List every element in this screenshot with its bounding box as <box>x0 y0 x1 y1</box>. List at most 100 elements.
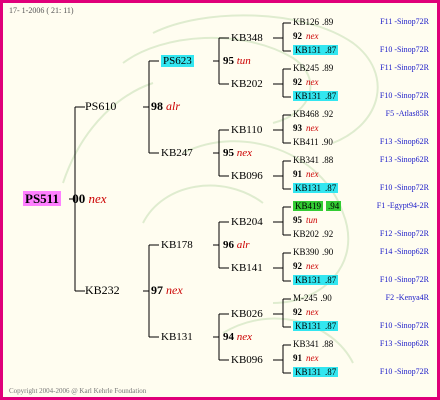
right-label: F2 -Kenya4R <box>385 293 429 302</box>
g4-node[interactable]: KB348 <box>231 32 263 44</box>
g3-score: 94 nex <box>223 331 252 343</box>
g3-count: 95 <box>223 55 234 67</box>
g5-sire-val: .89 <box>322 63 334 73</box>
g5-score: 91 nex <box>293 169 319 179</box>
g4-node[interactable]: KB204 <box>231 216 263 228</box>
g5-dam-node[interactable]: KB411.90 <box>293 137 333 147</box>
g5-sire-name: KB419 <box>293 201 324 211</box>
g5-score: 95 tun <box>293 215 318 225</box>
g5-count: 92 <box>293 307 302 317</box>
g5-dam-node[interactable]: KB202.92 <box>293 229 333 239</box>
g3-score: 96 alr <box>223 239 250 251</box>
g5-sire-node[interactable]: KB468.92 <box>293 109 333 119</box>
root-node[interactable]: PS511 00 nex <box>23 191 107 207</box>
right-label: F10 -Sinop72R <box>379 45 429 54</box>
g5-sire-node[interactable]: KB341.88 <box>293 155 333 165</box>
right-label: F10 -Sinop72R <box>379 367 429 376</box>
g3-node[interactable]: KB247 <box>161 147 193 159</box>
g5-sire-node[interactable]: KB390.90 <box>293 247 333 257</box>
g5-count: 93 <box>293 123 302 133</box>
g4-node[interactable]: KB141 <box>231 262 263 274</box>
g3-score: 95 nex <box>223 147 252 159</box>
g3-node[interactable]: KB178 <box>161 239 193 251</box>
g5-score: 93 nex <box>293 123 319 133</box>
g5-count: 91 <box>293 353 302 363</box>
g5-dam-val: .87 <box>323 367 339 377</box>
g2-name: KB232 <box>85 283 120 297</box>
g5-sire-name: KB341 <box>293 339 320 349</box>
right-label: F12 -Sinop72R <box>379 229 429 238</box>
g5-dam-name: KB131 <box>293 275 324 285</box>
g5-count: 95 <box>293 215 302 225</box>
g5-sire-node[interactable]: KB126.89 <box>293 17 333 27</box>
g3-node[interactable]: PS623 <box>161 55 194 67</box>
g3-node[interactable]: KB131 <box>161 331 193 343</box>
g5-sire-node[interactable]: M-245.90 <box>293 293 332 303</box>
g5-sire-node[interactable]: KB341.88 <box>293 339 333 349</box>
g3-score: 95 tun <box>223 55 251 67</box>
g2-score: 97 nex <box>151 283 183 298</box>
g5-dam-val: .87 <box>323 321 339 331</box>
g3-name: KB131 <box>161 331 193 343</box>
g3-count: 94 <box>223 331 234 343</box>
g5-sire-node[interactable]: KB245.89 <box>293 63 333 73</box>
g5-prefix: nex <box>306 123 319 133</box>
pedigree-frame: 17- 1-2006 ( 21: 11) PS511 00 nex PS610 … <box>0 0 440 400</box>
g5-dam-node[interactable]: KB131.87 <box>293 275 339 285</box>
g5-sire-val: .88 <box>322 155 334 165</box>
g2-count: 98 <box>151 99 163 113</box>
g5-dam-node[interactable]: KB131.87 <box>293 183 339 193</box>
g2-score: 98 alr <box>151 99 180 114</box>
g5-sire-val: .89 <box>322 17 334 27</box>
right-label: F10 -Sinop72R <box>379 275 429 284</box>
g5-dam-node[interactable]: KB131.87 <box>293 321 339 331</box>
g3-count: 96 <box>223 239 234 251</box>
g5-dam-val: .87 <box>323 183 339 193</box>
g5-count: 91 <box>293 169 302 179</box>
g5-dam-name: KB131 <box>293 183 324 193</box>
g5-sire-name: KB245 <box>293 63 320 73</box>
g4-node[interactable]: KB096 <box>231 170 263 182</box>
g5-dam-name: KB131 <box>293 367 324 377</box>
right-label: F10 -Sinop72R <box>379 183 429 192</box>
g5-dam-val: .92 <box>322 229 334 239</box>
g2-node[interactable]: PS610 <box>85 99 116 114</box>
g3-name: KB178 <box>161 239 193 251</box>
right-label: F13 -Sinop62R <box>379 339 429 348</box>
right-label: F11 -Sinop72R <box>380 17 429 26</box>
copyright-footer: Copyright 2004-2006 @ Karl Kehrle Founda… <box>9 387 147 395</box>
right-label: F10 -Sinop72R <box>379 321 429 330</box>
root-prefix: nex <box>88 191 107 206</box>
g4-node[interactable]: KB110 <box>231 124 262 136</box>
right-label: F1 -Egypt94-2R <box>376 201 429 210</box>
g5-dam-node[interactable]: KB131.87 <box>293 91 339 101</box>
g5-dam-node[interactable]: KB131.87 <box>293 45 339 55</box>
g2-prefix: alr <box>166 99 181 113</box>
g3-prefix: nex <box>236 147 253 159</box>
g5-score: 92 nex <box>293 261 319 271</box>
g5-prefix: nex <box>306 169 319 179</box>
g3-prefix: alr <box>236 239 250 251</box>
g5-sire-node[interactable]: KB419.94 <box>293 201 342 211</box>
g4-node[interactable]: KB096 <box>231 354 263 366</box>
g5-sire-val: .88 <box>322 339 334 349</box>
g5-dam-node[interactable]: KB131.87 <box>293 367 339 377</box>
g3-name: KB247 <box>161 147 193 159</box>
g5-count: 92 <box>293 261 302 271</box>
g5-score: 92 nex <box>293 31 319 41</box>
g5-dam-val: .87 <box>323 45 339 55</box>
g5-dam-name: KB131 <box>293 321 324 331</box>
g4-node[interactable]: KB202 <box>231 78 263 90</box>
g5-score: 92 nex <box>293 77 319 87</box>
root-count: 00 <box>72 191 86 206</box>
right-label: F10 -Sinop72R <box>379 91 429 100</box>
g4-node[interactable]: KB026 <box>231 308 263 320</box>
g5-count: 92 <box>293 77 302 87</box>
g5-prefix: nex <box>306 353 319 363</box>
right-label: F14 -Sinop62R <box>379 247 429 256</box>
g5-dam-name: KB131 <box>293 45 324 55</box>
g2-node[interactable]: KB232 <box>85 283 120 298</box>
g3-name: PS623 <box>161 55 194 67</box>
right-label: F5 -Atlas85R <box>385 109 429 118</box>
g5-sire-val: .90 <box>322 247 334 257</box>
